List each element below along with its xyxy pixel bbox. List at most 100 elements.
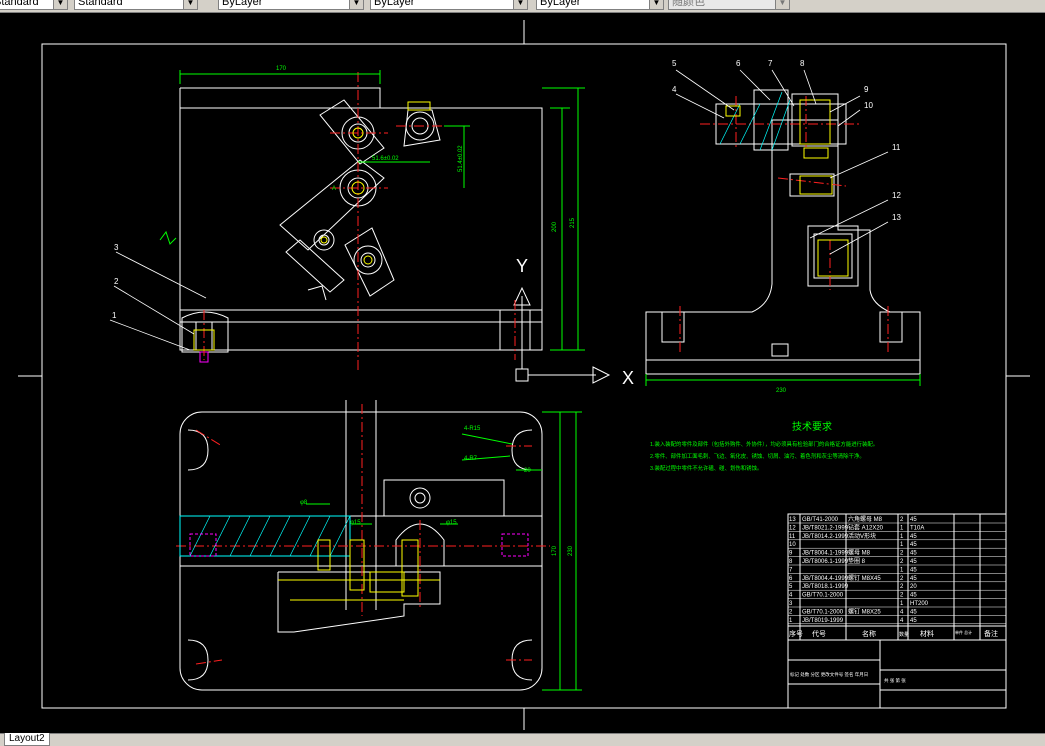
side-view bbox=[645, 89, 921, 375]
chevron-down-icon[interactable]: ▼ bbox=[513, 0, 527, 9]
balloon-8: 8 bbox=[800, 59, 805, 68]
dim-200: 200 bbox=[552, 221, 558, 232]
dim-170: 170 bbox=[276, 66, 287, 72]
leader-labels: 1 2 3 4 5 6 7 8 9 10 11 12 13 bbox=[112, 59, 901, 320]
bom-cell-no: 3 bbox=[789, 601, 793, 607]
bom-cell-mat: HT200 bbox=[910, 601, 929, 607]
status-bar: Layout2 bbox=[0, 733, 1045, 746]
plan-view bbox=[179, 400, 543, 691]
bom-cell-code: JB/T8018.1-1999 bbox=[802, 584, 849, 590]
linetype-value: ByLayer bbox=[374, 0, 415, 8]
title-block-labels: 标记 处数 分区 更改文件号 签名 年月日 bbox=[790, 671, 868, 678]
color-value: ByLayer bbox=[222, 0, 263, 8]
lineweight-value: ByLayer bbox=[540, 0, 581, 8]
bom-cell-code: JB/T8006.1-1999 bbox=[802, 559, 849, 565]
bom-cell-no: 4 bbox=[789, 593, 793, 599]
bom-header-qty: 数量 bbox=[899, 631, 909, 638]
bom-cell-no: 1 bbox=[789, 618, 793, 624]
bom-cell-no: 13 bbox=[789, 517, 796, 523]
bom-cell-qty: 2 bbox=[900, 576, 904, 582]
chevron-down-icon[interactable]: ▼ bbox=[649, 0, 663, 9]
dim-style-value: Standard bbox=[78, 0, 123, 8]
bom-cell-no: 2 bbox=[789, 609, 793, 615]
bom-cell-no: 8 bbox=[789, 559, 793, 565]
center-lines bbox=[176, 72, 889, 665]
bom-cell-qty: 1 bbox=[900, 601, 904, 607]
chevron-down-icon[interactable]: ▼ bbox=[349, 0, 363, 9]
title-block: 共 张 第 张 标记 处数 分区 更改文件号 签名 年月日 bbox=[790, 671, 906, 684]
title-block-sheet: 共 张 第 张 bbox=[884, 677, 906, 684]
bom-cell-mat: 45 bbox=[910, 567, 917, 573]
dim-phi8: φ8 bbox=[300, 500, 308, 506]
bom-cell-mat: 45 bbox=[910, 559, 917, 565]
dim-r7: 4-R7 bbox=[464, 456, 478, 462]
balloon-11: 11 bbox=[892, 143, 901, 152]
bom-cell-code: GB/T70.1-2000 bbox=[802, 609, 844, 615]
sheet-border bbox=[41, 43, 1007, 709]
balloon-2: 2 bbox=[114, 277, 119, 286]
dim-style-combo[interactable]: Standard ▼ bbox=[74, 0, 198, 10]
bom-header: 序号 代号 名称 数量 材料 单件 总计 备注 bbox=[789, 629, 998, 638]
bom-cell-no: 9 bbox=[789, 551, 793, 557]
tech-line-3: 3.装配过程中零件不允许磕、碰、划伤和锈蚀。 bbox=[650, 464, 762, 472]
bom-cell-mat: 45 bbox=[910, 618, 917, 624]
text-style-combo[interactable]: Standard ▼ bbox=[0, 0, 68, 10]
balloon-10: 10 bbox=[864, 101, 873, 110]
bom-cell-qty: 2 bbox=[900, 593, 904, 599]
tab-layout2[interactable]: Layout2 bbox=[4, 733, 50, 746]
dim-51-6: 51.6±0.02 bbox=[372, 156, 399, 162]
bom-cell-mat: 45 bbox=[910, 517, 917, 523]
bom-cell-qty: 2 bbox=[900, 559, 904, 565]
bom-cell-qty: 1 bbox=[900, 542, 904, 548]
bom-cell-code: JB/T8004.1-1999 bbox=[802, 551, 849, 557]
plot-style-value: 随颜色 bbox=[672, 0, 705, 8]
axis-label-x: X bbox=[622, 368, 634, 388]
dim-51-4: 51.4±0.02 bbox=[458, 145, 464, 172]
chevron-down-icon: ▼ bbox=[775, 0, 789, 9]
bom-cell-code: JB/T8021.2-1999 bbox=[802, 525, 849, 531]
tech-requirements: 技术要求 1.装入装配的零件及部件（包括外购件、外协件），均必须具有检验部门的合… bbox=[650, 420, 878, 472]
drawing-canvas[interactable]: 170 200 215 51.6±0.02 51.4±0.02 230 170 … bbox=[0, 13, 1045, 733]
bom-cell-mat: 20 bbox=[910, 584, 917, 590]
bom-cell-qty: 4 bbox=[900, 609, 904, 615]
bom-cell-qty: 1 bbox=[900, 567, 904, 573]
bom-header-name: 名称 bbox=[862, 629, 876, 638]
bom-cell-mat: 45 bbox=[910, 576, 917, 582]
bom-cell-code: GB/T70.1-2000 bbox=[802, 593, 844, 599]
bom-cell-mat: 45 bbox=[910, 551, 917, 557]
chevron-down-icon[interactable]: ▼ bbox=[183, 0, 197, 9]
bom-cell-no: 11 bbox=[789, 534, 796, 540]
plot-style-combo: 随颜色 ▼ bbox=[668, 0, 790, 10]
bom-cell-name: 活动V形块 bbox=[848, 532, 876, 540]
bom-header-no: 序号 bbox=[789, 629, 803, 638]
dim-20: 20 bbox=[524, 468, 531, 474]
bom-cell-code: JB/T8004.4-1999 bbox=[802, 576, 849, 582]
bom-cell-mat: 45 bbox=[910, 593, 917, 599]
bom-cell-code: JB/T8014.2-1999 bbox=[802, 534, 849, 540]
dim-r15: 4-R15 bbox=[464, 426, 481, 432]
properties-toolbar: Standard ▼ Standard ▼ ByLayer ▼ ByLayer ▼ By… bbox=[0, 0, 1045, 13]
bom-cell-name: 垫圈 8 bbox=[848, 557, 866, 565]
chevron-down-icon[interactable]: ▼ bbox=[53, 0, 67, 9]
color-combo[interactable]: ByLayer ▼ bbox=[218, 0, 364, 10]
linetype-combo[interactable]: ByLayer ▼ bbox=[370, 0, 528, 10]
bom-cell-qty: 4 bbox=[900, 618, 904, 624]
balloon-6: 6 bbox=[736, 59, 741, 68]
tech-line-2: 2.零件、部件加工面毛刺、飞边、氧化皮、锈蚀、切屑、油污、着色剂和灰尘等清除干净… bbox=[650, 452, 865, 460]
bom-cell-no: 5 bbox=[789, 584, 793, 590]
balloon-9: 9 bbox=[864, 85, 869, 94]
dimension-texts: 170 200 215 51.6±0.02 51.4±0.02 230 170 … bbox=[276, 66, 787, 556]
bom-cell-name: 螺钉 M8X25 bbox=[848, 607, 881, 615]
bom-cell-qty: 1 bbox=[900, 534, 904, 540]
dim-215: 215 bbox=[570, 217, 576, 228]
lineweight-combo[interactable]: ByLayer ▼ bbox=[536, 0, 664, 10]
balloon-3: 3 bbox=[114, 243, 119, 252]
bom-header-weight: 单件 总计 bbox=[955, 629, 972, 635]
text-style-value: Standard bbox=[0, 0, 39, 8]
section-hatch bbox=[179, 91, 791, 557]
tech-title: 技术要求 bbox=[792, 420, 832, 433]
balloon-7: 7 bbox=[768, 59, 773, 68]
bom-header-code: 代号 bbox=[812, 629, 826, 638]
bom-cell-code: JB/T8019-1999 bbox=[802, 618, 844, 624]
bom-cell-name: 六角螺母 M8 bbox=[848, 515, 883, 523]
